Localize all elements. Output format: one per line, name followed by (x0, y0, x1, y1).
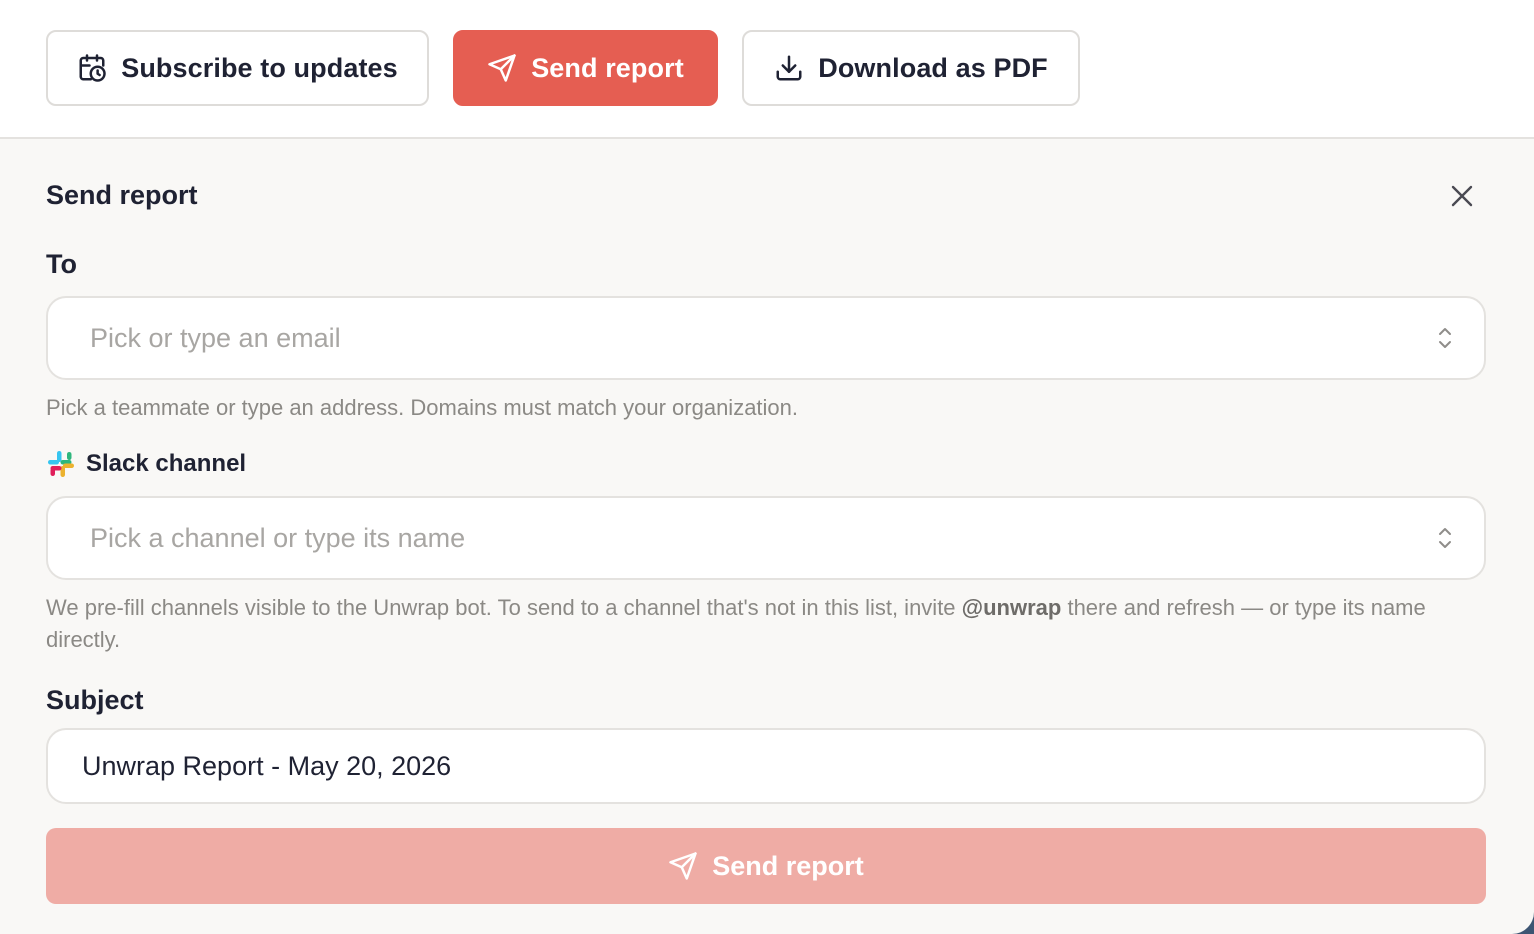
slack-label: Slack channel (86, 450, 247, 477)
send-report-submit-label: Send report (712, 850, 864, 881)
download-pdf-button[interactable]: Download as PDF (742, 30, 1080, 106)
report-toolbar: Subscribe to updates Send report Downloa… (0, 0, 1534, 139)
calendar-clock-icon (79, 54, 106, 82)
slack-label-row: Slack channel (46, 449, 246, 479)
download-icon (776, 55, 802, 81)
download-pdf-label: Download as PDF (818, 52, 1048, 83)
send-report-window: Subscribe to updates Send report Downloa… (0, 0, 1534, 934)
slack-channel-placeholder: Pick a channel or type its name (90, 522, 466, 553)
slack-hint-text-1: We pre-fill channels visible to the Unwr… (46, 595, 962, 620)
subject-input[interactable]: Unwrap Report - May 20, 2026 (46, 728, 1486, 804)
email-hint: Pick a teammate or type an address. Doma… (46, 395, 799, 420)
send-report-submit-button[interactable]: Send report (46, 828, 1486, 904)
slack-hint: We pre-fill channels visible to the Unwr… (46, 592, 1486, 656)
subject-label: Subject (46, 685, 144, 715)
to-label: To (46, 249, 77, 279)
email-select[interactable]: Pick or type an email (46, 296, 1486, 380)
close-button[interactable] (1442, 176, 1482, 216)
chevron-up-down-icon (1439, 528, 1451, 548)
slack-channel-select[interactable]: Pick a channel or type its name (46, 496, 1486, 580)
send-report-toggle-button[interactable]: Send report (453, 30, 718, 106)
chevron-up-down-icon (1439, 328, 1451, 348)
email-placeholder: Pick or type an email (90, 322, 341, 353)
slack-icon (48, 451, 74, 477)
unwrap-bot-handle: @unwrap (961, 595, 1062, 620)
subject-value: Unwrap Report - May 20, 2026 (82, 750, 452, 781)
send-icon (488, 54, 516, 82)
send-icon (669, 852, 697, 880)
close-icon (1451, 185, 1473, 207)
send-report-toggle-label: Send report (531, 52, 684, 83)
subscribe-label: Subscribe to updates (121, 52, 398, 83)
panel-title: Send report (46, 180, 198, 210)
subscribe-button[interactable]: Subscribe to updates (46, 30, 429, 106)
